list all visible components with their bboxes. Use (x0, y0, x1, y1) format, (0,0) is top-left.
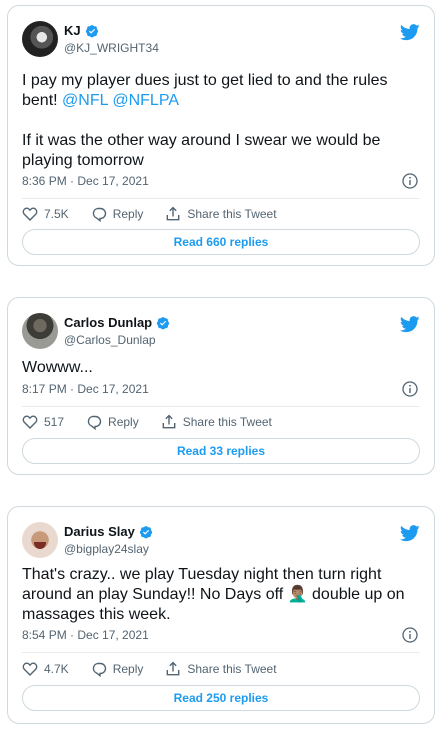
share-label: Share this Tweet (187, 207, 277, 221)
timestamp[interactable]: 8:36 PM · Dec 17, 2021 (22, 174, 149, 188)
twitter-bird-icon[interactable] (400, 525, 420, 542)
like-count: 7.5K (44, 207, 69, 221)
verified-badge-icon (85, 24, 99, 38)
like-count: 4.7K (44, 662, 69, 676)
author-name-row[interactable]: KJ (64, 23, 99, 38)
tweet-meta: 8:36 PM · Dec 17, 2021 (22, 173, 420, 189)
avatar[interactable] (22, 313, 58, 349)
tweet-text: I pay my player dues just to get lied to… (22, 71, 416, 171)
twitter-bird-icon[interactable] (400, 316, 420, 333)
avatar[interactable] (22, 522, 58, 558)
author-handle[interactable]: @KJ_WRIGHT34 (64, 41, 159, 55)
reply-icon (91, 206, 107, 222)
author-name-row[interactable]: Carlos Dunlap (64, 315, 170, 330)
reply-label: Reply (108, 415, 139, 429)
mention-link-nfl[interactable]: @NFL (62, 92, 108, 109)
share-icon (165, 206, 181, 222)
avatar[interactable] (22, 21, 58, 57)
author-name[interactable]: Carlos Dunlap (64, 315, 152, 330)
read-replies-button[interactable]: Read 660 replies (22, 229, 420, 255)
share-label: Share this Tweet (187, 662, 277, 676)
tweet-meta: 8:54 PM · Dec 17, 2021 (22, 627, 420, 643)
author-name[interactable]: Darius Slay (64, 524, 135, 539)
like-count: 517 (44, 415, 65, 429)
author-handle[interactable]: @bigplay24slay (64, 542, 149, 556)
tweet-meta: 8:17 PM · Dec 17, 2021 (22, 381, 420, 397)
action-bar: 4.7K Reply Share this Tweet (22, 659, 420, 679)
share-button[interactable]: Share this Tweet (161, 414, 272, 430)
share-button[interactable]: Share this Tweet (165, 661, 277, 677)
author-name[interactable]: KJ (64, 23, 81, 38)
share-label: Share this Tweet (182, 415, 272, 429)
reply-label: Reply (112, 207, 144, 221)
read-replies-button[interactable]: Read 250 replies (22, 685, 420, 711)
info-icon[interactable] (402, 627, 418, 643)
tweet-card[interactable]: Carlos Dunlap @Carlos_Dunlap Wowww... 8:… (7, 297, 435, 475)
reply-button[interactable]: Reply (91, 661, 144, 677)
reply-label: Reply (112, 662, 144, 676)
tweet-text: That's crazy.. we play Tuesday night the… (22, 566, 409, 623)
share-icon (161, 414, 177, 430)
tweet-text-part: If it was the other way around I swear w… (22, 132, 385, 169)
reply-button[interactable]: Reply (91, 206, 144, 222)
tweet-header: Carlos Dunlap @Carlos_Dunlap (22, 313, 420, 353)
author-name-row[interactable]: Darius Slay (64, 524, 153, 539)
verified-badge-icon (156, 316, 170, 330)
heart-icon (22, 206, 38, 222)
tweet-card[interactable]: KJ @KJ_WRIGHT34 I pay my player dues jus… (7, 5, 435, 266)
reply-button[interactable]: Reply (86, 414, 139, 430)
twitter-bird-icon[interactable] (400, 24, 420, 41)
heart-icon (22, 661, 38, 677)
timestamp[interactable]: 8:54 PM · Dec 17, 2021 (22, 628, 149, 642)
action-bar: 517 Reply Share this Tweet (22, 412, 420, 432)
read-replies-button[interactable]: Read 33 replies (22, 438, 420, 464)
divider (22, 198, 420, 199)
tweet-text: Wowww... (22, 359, 93, 376)
mention-link-nflpa[interactable]: @NFLPA (112, 92, 179, 109)
reply-icon (86, 414, 102, 430)
author-handle[interactable]: @Carlos_Dunlap (64, 333, 156, 347)
tweet-card[interactable]: Darius Slay @bigplay24slay That's crazy.… (7, 506, 435, 724)
timestamp[interactable]: 8:17 PM · Dec 17, 2021 (22, 382, 149, 396)
reply-icon (91, 661, 107, 677)
tweet-header: Darius Slay @bigplay24slay (22, 522, 420, 562)
like-button[interactable]: 7.5K (22, 206, 69, 222)
share-button[interactable]: Share this Tweet (165, 206, 277, 222)
info-icon[interactable] (402, 381, 418, 397)
divider (22, 652, 420, 653)
tweet-header: KJ @KJ_WRIGHT34 (22, 21, 420, 61)
like-button[interactable]: 517 (22, 414, 64, 430)
verified-badge-icon (139, 525, 153, 539)
like-button[interactable]: 4.7K (22, 661, 69, 677)
share-icon (165, 661, 181, 677)
heart-icon (22, 414, 38, 430)
action-bar: 7.5K Reply Share this Tweet (22, 204, 420, 224)
divider (22, 406, 420, 407)
info-icon[interactable] (402, 173, 418, 189)
